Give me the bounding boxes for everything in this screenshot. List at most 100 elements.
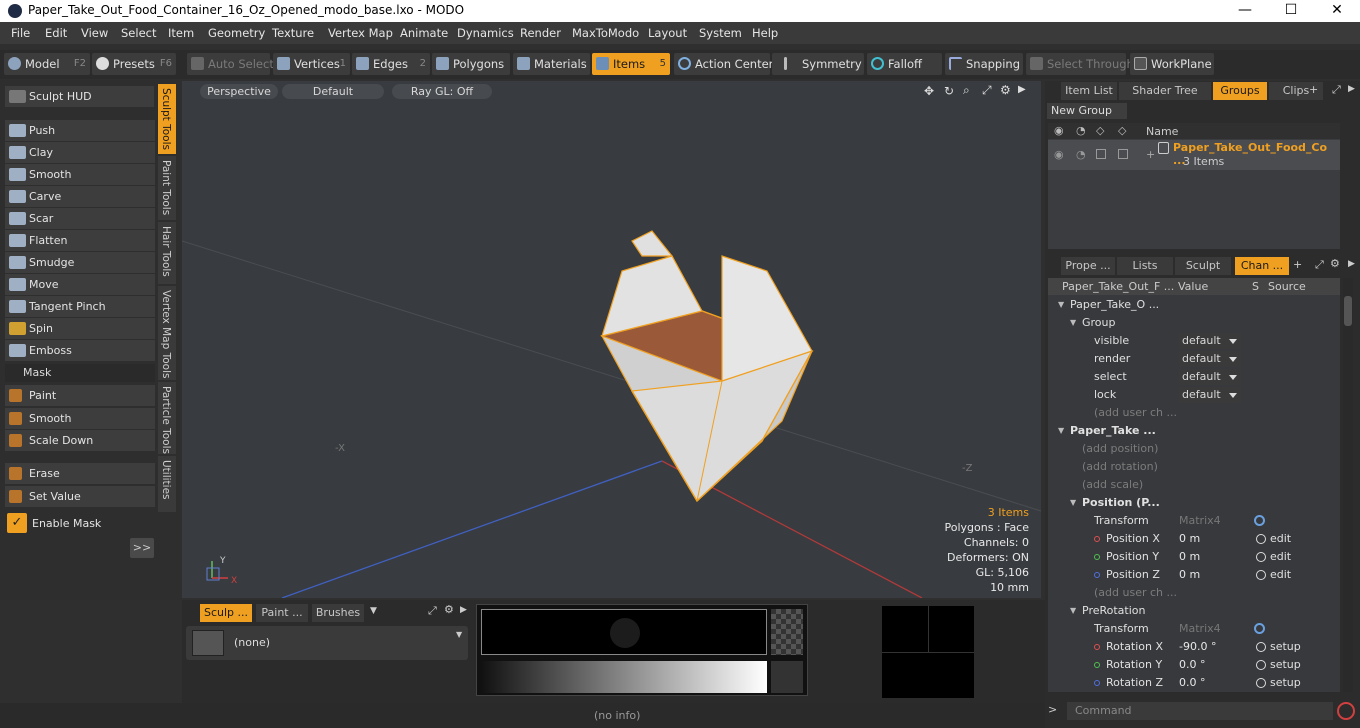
channel-row[interactable]: (add position)	[1048, 440, 1340, 458]
expand-arrow-icon[interactable]: ▼	[1070, 494, 1076, 512]
menu-item[interactable]: Item	[168, 26, 194, 40]
channel-value-dropdown[interactable]: default	[1179, 369, 1241, 385]
minimize-icon[interactable]: —	[1222, 0, 1268, 22]
tab-sculpt-tools-active[interactable]: Sculpt Tools	[158, 84, 176, 154]
workplane-button[interactable]: WorkPlane	[1130, 53, 1214, 75]
tab-brushes[interactable]: Brushes	[312, 604, 364, 622]
tool-smooth[interactable]: Smooth	[5, 164, 155, 185]
menu-dynamics[interactable]: Dynamics	[457, 26, 514, 40]
channel-row[interactable]: ▼ Position (P...	[1048, 494, 1340, 512]
channel-value[interactable]: 0 m	[1179, 530, 1200, 548]
model-button[interactable]: Model F2	[4, 53, 90, 75]
menu-vertex-map[interactable]: Vertex Map	[328, 26, 393, 40]
3d-viewport[interactable]: Perspective Default Ray GL: Off ✥ ↻ ⌕ ⤢ …	[182, 81, 1041, 598]
preset-selector[interactable]: (none) ▼	[186, 626, 468, 660]
tab-shader-tree[interactable]: Shader Tree	[1119, 82, 1211, 100]
channels-maximize-icon[interactable]: ⤢	[1315, 258, 1324, 272]
tab-utilities[interactable]: Utilities	[158, 456, 176, 512]
falloff-button[interactable]: Falloff	[867, 53, 942, 75]
channel-value[interactable]: -90.0 °	[1179, 638, 1216, 656]
channel-row[interactable]: (add user ch ...	[1048, 584, 1340, 602]
channel-row[interactable]: ▼ Paper_Take_O ...	[1048, 296, 1340, 314]
menu-select[interactable]: Select	[121, 26, 156, 40]
channel-value-dropdown[interactable]: default	[1179, 387, 1241, 403]
channel-value[interactable]: 0 m	[1179, 548, 1200, 566]
menu-system[interactable]: System	[699, 26, 742, 40]
tab-paint-tools[interactable]: Paint Tools	[158, 156, 176, 220]
brush-gradient-bar[interactable]	[481, 661, 767, 693]
channel-row[interactable]: Transform Matrix4	[1048, 512, 1340, 530]
group-visibility-icon[interactable]: ◉	[1054, 148, 1064, 161]
snapping-button[interactable]: Snapping	[945, 53, 1023, 75]
channel-row[interactable]: Rotation Y 0.0 ° setup	[1048, 656, 1340, 674]
auto-select-button[interactable]: Auto Select	[187, 53, 274, 75]
channel-row[interactable]: render default	[1048, 350, 1340, 368]
tab-particle-tools[interactable]: Particle Tools	[158, 382, 176, 454]
tabs-dropdown-icon[interactable]: ▼	[370, 606, 377, 616]
add-tab-icon-2[interactable]: +	[1293, 258, 1302, 271]
mask-smooth[interactable]: Smooth	[5, 408, 155, 429]
mask-header[interactable]: Mask	[5, 364, 155, 382]
channel-row[interactable]: select default	[1048, 368, 1340, 386]
channel-key-icon[interactable]	[1256, 678, 1266, 688]
tab-vertex-map-tools[interactable]: Vertex Map Tools	[158, 286, 176, 380]
preset-dropdown-icon[interactable]: ▼	[456, 630, 462, 639]
tab-paint-presets[interactable]: Paint ...	[256, 604, 308, 622]
command-input[interactable]: Command	[1067, 702, 1333, 720]
tool-move[interactable]: Move	[5, 274, 155, 295]
channel-row[interactable]: Position Y 0 m edit	[1048, 548, 1340, 566]
mask-scale-down[interactable]: Scale Down	[5, 430, 155, 451]
channel-key-icon[interactable]	[1256, 570, 1266, 580]
channel-row[interactable]: Position X 0 m edit	[1048, 530, 1340, 548]
tab-channels[interactable]: Chan ...	[1235, 257, 1289, 275]
close-icon[interactable]: ✕	[1314, 0, 1360, 22]
menu-layout[interactable]: Layout	[648, 26, 687, 40]
menu-view[interactable]: View	[81, 26, 108, 40]
action-center-button[interactable]: Action Center	[674, 53, 773, 75]
link-gear-icon[interactable]	[1254, 623, 1265, 634]
menu-edit[interactable]: Edit	[45, 26, 67, 40]
edges-button[interactable]: Edges 2	[352, 53, 430, 75]
group-lock-checkbox[interactable]	[1096, 149, 1106, 159]
group-render-icon[interactable]: ◔	[1076, 148, 1086, 161]
new-group-button[interactable]: New Group	[1047, 103, 1127, 119]
enable-mask-checkbox[interactable]: ✓	[7, 513, 27, 533]
group-expand-icon[interactable]: +	[1146, 148, 1155, 161]
menu-maxtomodo[interactable]: MaxToModo	[572, 26, 639, 40]
channel-row[interactable]: Rotation Z 0.0 ° setup	[1048, 674, 1340, 692]
group-select-checkbox[interactable]	[1118, 149, 1128, 159]
select-through-button[interactable]: Select Through	[1026, 53, 1134, 75]
polygons-button[interactable]: Polygons	[432, 53, 510, 75]
tool-spin[interactable]: Spin	[5, 318, 155, 339]
bottom-maximize-icon[interactable]: ⤢	[428, 604, 437, 618]
vertices-button[interactable]: Vertices 1	[273, 53, 350, 75]
channel-value[interactable]: 0.0 °	[1179, 674, 1206, 692]
menu-animate[interactable]: Animate	[400, 26, 448, 40]
tab-hair-tools[interactable]: Hair Tools	[158, 222, 176, 284]
menu-texture[interactable]: Texture	[272, 26, 314, 40]
channels-settings-icon[interactable]: ⚙	[1330, 257, 1340, 270]
tool-tangent-pinch[interactable]: Tangent Pinch	[5, 296, 155, 317]
presets-button[interactable]: Presets F6	[92, 53, 176, 75]
tool-push[interactable]: Push	[5, 120, 155, 141]
channel-value-dropdown[interactable]: default	[1179, 333, 1241, 349]
channel-row[interactable]: visible default	[1048, 332, 1340, 350]
bottom-settings-icon[interactable]: ⚙	[444, 603, 454, 616]
channel-key-icon[interactable]	[1256, 660, 1266, 670]
tab-groups[interactable]: Groups	[1213, 82, 1267, 100]
group-row[interactable]: ◉ ◔ + Paper_Take_Out_Food_Co ... 3 Items	[1048, 140, 1340, 170]
channel-value[interactable]: 0.0 °	[1179, 656, 1206, 674]
menu-help[interactable]: Help	[752, 26, 778, 40]
maximize-icon[interactable]: ☐	[1268, 0, 1314, 22]
channel-row[interactable]: (add scale)	[1048, 476, 1340, 494]
link-gear-icon[interactable]	[1254, 515, 1265, 526]
channel-row[interactable]: Position Z 0 m edit	[1048, 566, 1340, 584]
channel-row[interactable]: (add rotation)	[1048, 458, 1340, 476]
panel-maximize-icon[interactable]: ⤢	[1332, 83, 1341, 97]
tab-lists[interactable]: Lists	[1117, 257, 1173, 275]
expand-arrow-icon[interactable]: ▼	[1070, 314, 1076, 332]
mask-erase[interactable]: Erase	[5, 463, 155, 484]
channel-key-icon[interactable]	[1256, 642, 1266, 652]
expand-arrow-icon[interactable]: ▼	[1070, 602, 1076, 620]
expand-arrow-icon[interactable]: ▼	[1058, 296, 1064, 314]
